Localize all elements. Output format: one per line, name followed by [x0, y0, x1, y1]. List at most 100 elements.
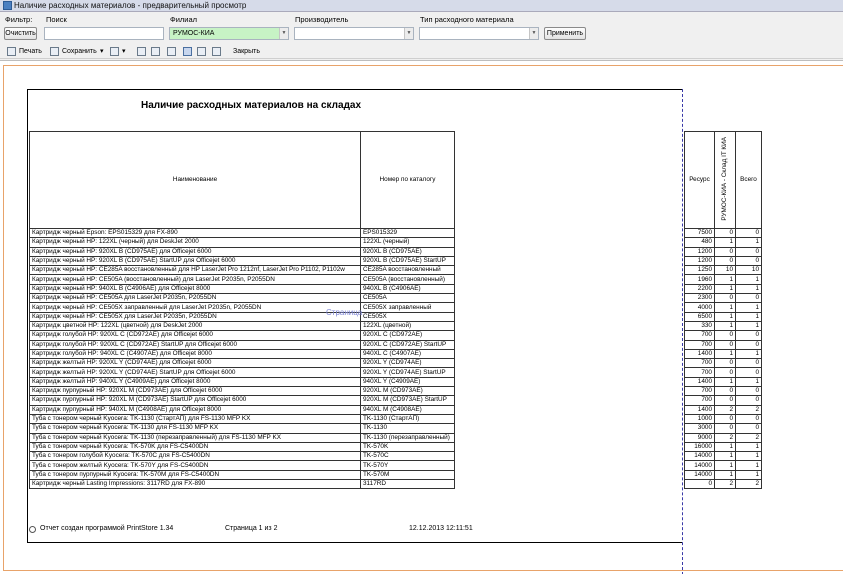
- print-button[interactable]: Печать: [19, 46, 42, 57]
- cell-stock: 0: [714, 246, 736, 257]
- table-row: 1960 1 1: [684, 274, 762, 285]
- cell-total: 0: [735, 386, 762, 397]
- cell-resource: 1000: [684, 413, 715, 425]
- cell-stock: 1: [714, 283, 736, 295]
- table-row: 14000 1 1: [684, 451, 762, 462]
- cell-stock: 1: [714, 237, 736, 248]
- chevron-down-icon[interactable]: ▼: [404, 28, 413, 39]
- cell-resource: 700: [684, 367, 715, 378]
- cell-name: Картридж черный HP: 940XL B (C4906AE) дл…: [29, 283, 361, 295]
- table-row: Картридж черный HP: 122XL (черный) для D…: [29, 237, 455, 248]
- clock-icon: [29, 526, 36, 533]
- cell-total: 1: [735, 283, 762, 295]
- cell-name: Картридж голубой HP: 920XL C (CD972AE) д…: [29, 330, 361, 341]
- cell-catalog: 940XL C (C4907AE): [360, 348, 455, 360]
- table-row: 14000 1 1: [684, 460, 762, 471]
- column-header-catalog: Номер по каталогу: [360, 131, 455, 229]
- cell-catalog: CE505A (восстановленный): [360, 274, 455, 285]
- column-header-stock-label: РУМОС-КИА - Склад IT КИА: [721, 136, 728, 221]
- table-row: Картридж пурпурный HP: 920XL M (CD973AE)…: [29, 395, 455, 406]
- cell-name: Туба с тонером черный Kyocera: TK-1130 (…: [29, 432, 361, 443]
- cell-catalog: 920XL M (CD973AE) StartUP: [360, 395, 455, 406]
- column-header-total-label: Всего: [740, 176, 757, 183]
- cell-name: Картридж желтый HP: 920XL Y (CD974AE) дл…: [29, 358, 361, 369]
- cell-total: 1: [735, 311, 762, 322]
- cell-catalog: 940XL Y (C4909AE): [360, 376, 455, 388]
- manufacturer-select[interactable]: ▼: [294, 27, 414, 40]
- inventory-table: Наименование Номер по каталогу Картридж …: [29, 131, 455, 490]
- table-row: 9000 2 2: [684, 432, 762, 443]
- table-row: Туба с тонером черный Kyocera: TK-570K д…: [29, 441, 455, 453]
- cell-resource: 9000: [684, 432, 715, 443]
- table-row: Картридж цветной HP: 122XL (цветной) для…: [29, 320, 455, 332]
- export-dropdown-chevron-icon[interactable]: ▾: [122, 46, 126, 57]
- page-width-icon[interactable]: [167, 47, 176, 56]
- page-bottom-border: [27, 542, 682, 543]
- cell-name: Картридж черный Epson: EPS015329 для FX-…: [29, 227, 361, 239]
- cell-stock: 1: [714, 376, 736, 388]
- cell-name: Картридж желтый HP: 920XL Y (CD974AE) St…: [29, 367, 361, 378]
- cell-catalog: 920XL B (CD975AE): [360, 246, 455, 257]
- cell-stock: 0: [714, 330, 736, 341]
- cell-stock: 0: [714, 255, 736, 267]
- table-row: 1250 10 10: [684, 265, 762, 276]
- table-row: 700 0 0: [684, 339, 762, 350]
- table-row: 700 0 0: [684, 358, 762, 369]
- table-row: Картридж голубой HP: 920XL C (CD972AE) S…: [29, 339, 455, 350]
- table-row: Картридж желтый HP: 920XL Y (CD974AE) St…: [29, 367, 455, 378]
- save-icon[interactable]: [50, 47, 59, 56]
- table-row: 700 0 0: [684, 367, 762, 378]
- manufacturer-label: Производитель: [295, 15, 349, 24]
- page-break-line: [682, 89, 683, 574]
- table-row: Туба с тонером желтый Kyocera: TK-570Y д…: [29, 460, 455, 471]
- chevron-down-icon[interactable]: ▼: [529, 28, 538, 39]
- table-row: 022: [684, 478, 762, 490]
- stock-table: Ресурс РУМОС-КИА - Склад IT КИА Всего 75…: [684, 131, 762, 490]
- branch-select[interactable]: РУМОС-КИА ▼: [169, 27, 289, 40]
- close-button[interactable]: Закрыть: [233, 46, 260, 57]
- cell-stock: 1: [714, 348, 736, 360]
- zoom-icon[interactable]: [197, 47, 206, 56]
- cell-catalog: CE505A: [360, 293, 455, 304]
- cell-resource: 14000: [684, 460, 715, 471]
- printer-icon[interactable]: [7, 47, 16, 56]
- cell-resource: 700: [684, 386, 715, 397]
- cell-total: 1: [735, 460, 762, 471]
- cell-name: Туба с тонером пурпурный Kyocera: TK-570…: [29, 469, 361, 481]
- filter-label: Фильтр:: [5, 15, 33, 24]
- footer-program: Отчет создан программой PrintStore 1.34: [40, 525, 174, 532]
- cell-name: Картридж черный HP: CE505A для LaserJet …: [29, 293, 361, 304]
- export-icon[interactable]: [110, 47, 119, 56]
- cell-resource: 14000: [684, 469, 715, 481]
- table-row: 700 0 0: [684, 395, 762, 406]
- save-button[interactable]: Сохранить: [62, 46, 97, 57]
- cell-name: Картридж черный HP: CE505X заправленный …: [29, 302, 361, 313]
- fit-page-icon[interactable]: [183, 47, 192, 56]
- table-row: Картридж пурпурный HP: 940XL M (C4908AE)…: [29, 404, 455, 415]
- table-row: 2200 1 1: [684, 283, 762, 295]
- table-row: 16000 1 1: [684, 441, 762, 453]
- cell-resource: 6500: [684, 311, 715, 322]
- single-page-icon[interactable]: [137, 47, 146, 56]
- chevron-down-icon[interactable]: ▼: [279, 28, 288, 39]
- report-viewer[interactable]: Наличие расходных материалов на складах …: [0, 60, 843, 574]
- search-input[interactable]: [44, 27, 164, 40]
- table-row: Картридж черный HP: 920XL B (CD975AE) дл…: [29, 246, 455, 257]
- column-header-total: Всего: [735, 131, 762, 229]
- apply-button[interactable]: Применить: [544, 27, 586, 40]
- cell-name: Картридж черный HP: CE505X для LaserJet …: [29, 311, 361, 322]
- type-select[interactable]: ▼: [419, 27, 539, 40]
- save-dropdown-chevron-icon[interactable]: ▾: [100, 46, 104, 57]
- cell-total: 0: [735, 339, 762, 350]
- multi-page-icon[interactable]: [212, 47, 221, 56]
- cell-total: 0: [735, 246, 762, 257]
- cell-catalog: TK-570C: [360, 451, 455, 462]
- table-row: 14000 1 1: [684, 469, 762, 481]
- page-watermark: Страница: [326, 308, 363, 317]
- cell-resource: 3000: [684, 423, 715, 434]
- cell-catalog: 920XL M (CD973AE): [360, 386, 455, 397]
- cell-name: Картридж цветной HP: 122XL (цветной) для…: [29, 320, 361, 332]
- two-pages-icon[interactable]: [151, 47, 160, 56]
- cell-stock: 0: [714, 358, 736, 369]
- clear-button[interactable]: Очистить: [4, 27, 37, 40]
